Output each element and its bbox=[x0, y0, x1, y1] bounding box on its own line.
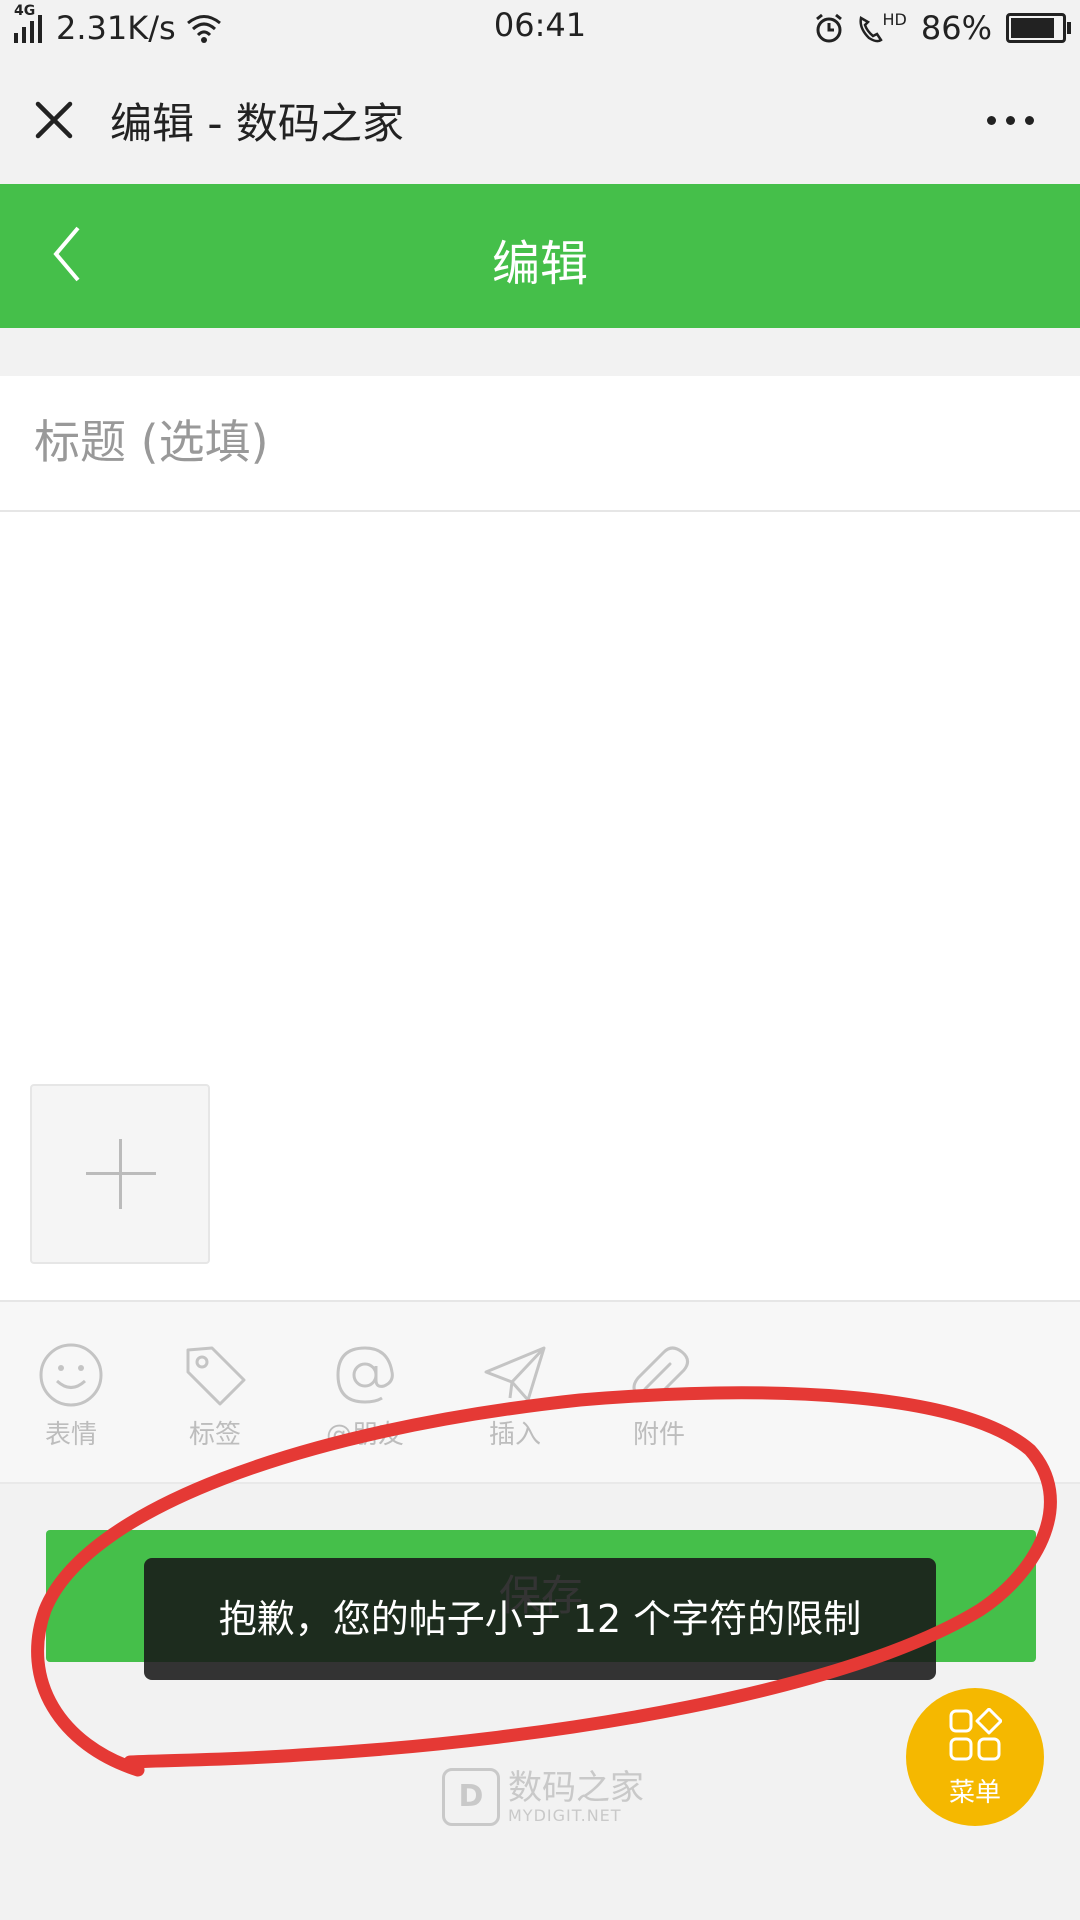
editor-toolbar: 表情 标签 @朋友 插入 附件 bbox=[0, 1302, 1080, 1484]
paperclip-icon bbox=[632, 1346, 689, 1402]
menu-label: 菜单 bbox=[948, 1778, 1001, 1808]
add-image-button[interactable] bbox=[30, 1084, 210, 1264]
toolbar-label: @朋友 bbox=[325, 1420, 404, 1450]
webview-header: 编辑 - 数码之家 bbox=[0, 56, 1080, 184]
battery-icon bbox=[1006, 13, 1071, 43]
menu-fab[interactable]: 菜单 bbox=[906, 1688, 1044, 1826]
webview-title: 编辑 - 数码之家 bbox=[110, 99, 404, 148]
status-right: HD 86% bbox=[813, 6, 1071, 50]
toolbar-label: 插入 bbox=[488, 1420, 541, 1450]
title-row bbox=[0, 376, 1080, 512]
toolbar-tag[interactable]: 标签 bbox=[160, 1342, 270, 1451]
smiley-icon bbox=[39, 1343, 103, 1407]
toolbar-label: 标签 bbox=[188, 1420, 241, 1450]
close-icon[interactable] bbox=[28, 94, 80, 146]
title-input[interactable] bbox=[34, 410, 1034, 474]
toolbar-label: 表情 bbox=[44, 1420, 97, 1450]
content-editor[interactable] bbox=[0, 512, 1080, 1302]
status-bar: 4G 2.31K/s 06:41 HD 86% bbox=[0, 0, 1080, 56]
more-icon[interactable] bbox=[977, 116, 1034, 125]
toolbar-mention[interactable]: @朋友 bbox=[310, 1342, 420, 1451]
watermark: D 数码之家 MYDIGIT.NET bbox=[442, 1768, 644, 1826]
tag-icon bbox=[186, 1346, 246, 1406]
toolbar-emoji[interactable]: 表情 bbox=[16, 1342, 126, 1451]
at-icon bbox=[336, 1346, 394, 1404]
toolbar-attachment[interactable]: 附件 bbox=[604, 1342, 714, 1451]
watermark-en: MYDIGIT.NET bbox=[508, 1805, 622, 1825]
alarm-icon bbox=[815, 13, 842, 43]
toolbar-label: 附件 bbox=[632, 1420, 685, 1450]
page-title: 编辑 bbox=[491, 236, 588, 292]
battery-percent: 86% bbox=[920, 9, 992, 47]
grid-icon bbox=[949, 1708, 1002, 1761]
error-toast: 抱歉，您的帖子小于 12 个字符的限制 bbox=[144, 1558, 936, 1680]
nav-bar: 编辑 bbox=[0, 184, 1080, 328]
paper-plane-icon bbox=[484, 1346, 546, 1402]
watermark-logo: D bbox=[442, 1768, 500, 1826]
watermark-cn: 数码之家 bbox=[508, 1767, 644, 1808]
toolbar-insert[interactable]: 插入 bbox=[460, 1342, 570, 1451]
hd-label: HD bbox=[882, 9, 907, 29]
battery-fill bbox=[1011, 18, 1054, 38]
screen: 4G 2.31K/s 06:41 HD 86% 编辑 - 数码之家 编辑 标题 … bbox=[0, 0, 1080, 1920]
